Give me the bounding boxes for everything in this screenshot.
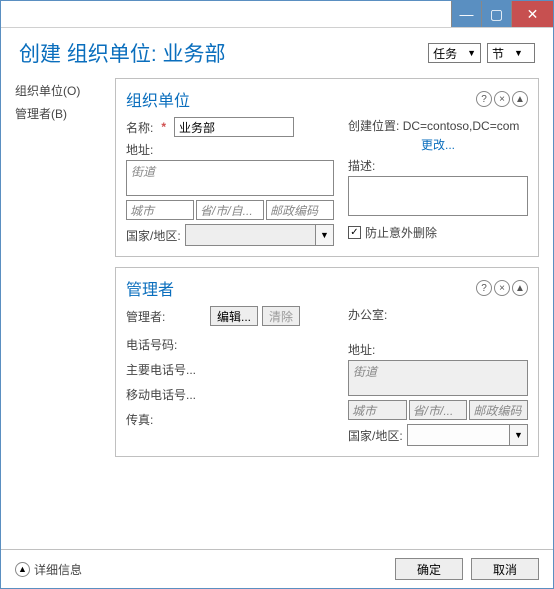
maximize-button[interactable]: ▢ xyxy=(481,1,511,27)
prevent-delete-checkbox[interactable]: ✓ xyxy=(348,226,361,239)
sidebar-item-ou[interactable]: 组织单位(O) xyxy=(15,82,107,99)
name-input[interactable] xyxy=(174,117,294,137)
expand-details-icon[interactable]: ▲ xyxy=(15,562,30,577)
mgr-address-label: 地址: xyxy=(348,341,528,358)
tasks-dropdown-label: 任务 xyxy=(433,45,457,62)
section-manager: 管理者 ? × ▲ 管理者: 编辑... 清除 电话号码: 主要电话号 xyxy=(115,267,539,457)
change-location-link[interactable]: 更改... xyxy=(421,138,455,152)
collapse-icon[interactable]: ▲ xyxy=(512,280,528,296)
help-icon[interactable]: ? xyxy=(476,91,492,107)
required-mark: * xyxy=(161,120,166,134)
ok-button[interactable]: 确定 xyxy=(395,558,463,580)
fax-label: 传真: xyxy=(126,411,334,428)
mgr-country-dropdown[interactable]: ▼ xyxy=(407,424,528,446)
footer: ▲ 详细信息 确定 取消 xyxy=(1,549,553,588)
close-icon[interactable]: × xyxy=(494,91,510,107)
manager-label: 管理者: xyxy=(126,308,206,325)
details-label[interactable]: 详细信息 xyxy=(34,561,82,578)
help-icon[interactable]: ? xyxy=(476,280,492,296)
edit-manager-button[interactable]: 编辑... xyxy=(210,306,258,326)
main-phone-label: 主要电话号... xyxy=(126,361,334,378)
collapse-icon[interactable]: ▲ xyxy=(512,91,528,107)
close-button[interactable]: ✕ xyxy=(511,1,553,27)
street-input[interactable]: 街道 xyxy=(126,160,334,196)
description-label: 描述: xyxy=(348,157,528,174)
cancel-button[interactable]: 取消 xyxy=(471,558,539,580)
sidebar: 组织单位(O) 管理者(B) xyxy=(15,78,107,467)
country-dropdown[interactable]: ▼ xyxy=(185,224,334,246)
tasks-dropdown[interactable]: 任务 ▼ xyxy=(428,43,481,63)
mgr-city-input: 城市 xyxy=(348,400,407,420)
prevent-delete-label: 防止意外删除 xyxy=(365,224,437,241)
mgr-country-label: 国家/地区: xyxy=(348,427,403,444)
clear-manager-button[interactable]: 清除 xyxy=(262,306,300,326)
name-label: 名称: xyxy=(126,119,153,136)
page-title: 创建 组织单位: 业务部 xyxy=(19,38,226,68)
mgr-state-input: 省/市/... xyxy=(409,400,468,420)
section-manager-title: 管理者 xyxy=(126,276,174,300)
chevron-down-icon: ▼ xyxy=(514,48,523,58)
sections-dropdown[interactable]: 节 ▼ xyxy=(487,43,535,63)
description-input[interactable] xyxy=(348,176,528,216)
create-location-value: DC=contoso,DC=com xyxy=(403,119,520,133)
sections-dropdown-label: 节 xyxy=(492,45,504,62)
chevron-down-icon: ▼ xyxy=(315,225,333,245)
title-bar: — ▢ ✕ xyxy=(1,1,553,28)
minimize-button[interactable]: — xyxy=(451,1,481,27)
section-ou: 组织单位 ? × ▲ 名称: * 地址: 街道 xyxy=(115,78,539,257)
mobile-phone-label: 移动电话号... xyxy=(126,386,334,403)
section-ou-title: 组织单位 xyxy=(126,87,190,111)
mgr-street-input: 街道 xyxy=(348,360,528,396)
create-location-label: 创建位置: xyxy=(348,119,399,133)
close-icon[interactable]: × xyxy=(494,280,510,296)
sidebar-item-manager[interactable]: 管理者(B) xyxy=(15,105,107,122)
state-input[interactable]: 省/市/自... xyxy=(196,200,264,220)
chevron-down-icon: ▼ xyxy=(509,425,527,445)
country-label: 国家/地区: xyxy=(126,227,181,244)
chevron-down-icon: ▼ xyxy=(467,48,476,58)
phone-label: 电话号码: xyxy=(126,336,334,353)
header: 创建 组织单位: 业务部 任务 ▼ 节 ▼ xyxy=(1,28,553,74)
office-label: 办公室: xyxy=(348,306,528,323)
mgr-postal-input: 邮政编码 xyxy=(469,400,528,420)
city-input[interactable]: 城市 xyxy=(126,200,194,220)
postal-input[interactable]: 邮政编码 xyxy=(266,200,334,220)
address-label: 地址: xyxy=(126,141,334,158)
